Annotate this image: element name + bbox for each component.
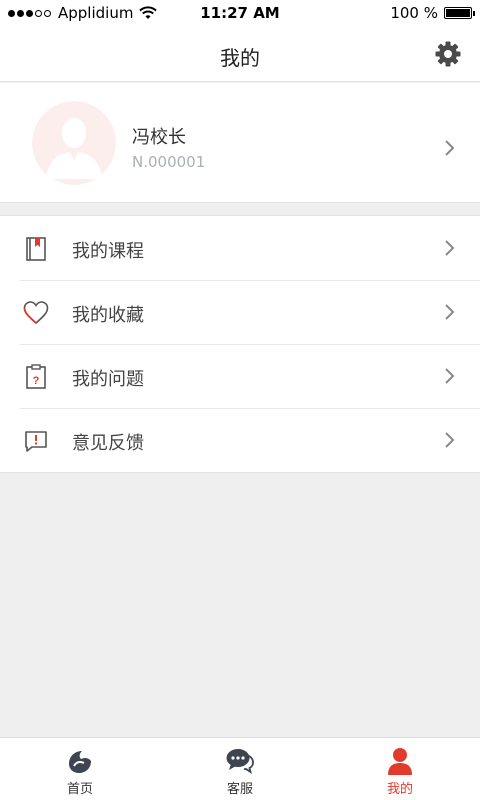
page-title: 我的 bbox=[220, 46, 260, 70]
menu-item-favorites[interactable]: 我的收藏 bbox=[0, 280, 480, 344]
svg-text:?: ? bbox=[33, 375, 40, 387]
chevron-right-icon bbox=[445, 368, 455, 384]
status-bar: Applidium 11:27 AM 100 % bbox=[0, 0, 480, 26]
tab-label: 我的 bbox=[386, 782, 413, 797]
tab-mine[interactable]: 我的 bbox=[320, 738, 480, 800]
menu-item-questions[interactable]: ? 我的问题 bbox=[0, 344, 480, 408]
profile-id: N.000001 bbox=[132, 153, 206, 171]
gear-icon bbox=[435, 41, 461, 67]
tab-bar: 首页 客服 我的 bbox=[0, 737, 480, 800]
avatar[interactable] bbox=[32, 101, 116, 185]
menu-item-label: 意见反馈 bbox=[72, 433, 144, 454]
tab-home[interactable]: 首页 bbox=[0, 738, 160, 800]
chevron-right-icon bbox=[445, 240, 455, 256]
book-bookmark-icon bbox=[26, 237, 46, 261]
chevron-right-icon bbox=[445, 140, 455, 156]
battery-fill bbox=[446, 9, 470, 17]
menu-item-courses[interactable]: 我的课程 bbox=[0, 216, 480, 280]
menu-item-label: 我的问题 bbox=[72, 369, 144, 390]
chevron-right-icon bbox=[445, 304, 455, 320]
status-right: 100 % bbox=[390, 4, 475, 22]
menu-item-feedback[interactable]: 意见反馈 bbox=[0, 408, 480, 472]
menu-item-label: 我的课程 bbox=[72, 241, 144, 262]
person-icon bbox=[388, 748, 412, 775]
profile-card[interactable]: 冯校长 N.000001 bbox=[0, 83, 480, 203]
settings-button[interactable] bbox=[434, 40, 462, 68]
menu-item-label: 我的收藏 bbox=[72, 305, 144, 326]
tab-label: 客服 bbox=[226, 782, 253, 797]
tab-service[interactable]: 客服 bbox=[160, 738, 320, 800]
profile-name: 冯校长 bbox=[132, 127, 186, 148]
battery-icon bbox=[444, 7, 475, 19]
heart-icon bbox=[23, 301, 49, 325]
home-logo-icon bbox=[69, 751, 91, 773]
feedback-bubble-icon bbox=[25, 431, 47, 452]
chevron-right-icon bbox=[445, 432, 455, 448]
clipboard-question-icon: ? bbox=[26, 364, 46, 389]
user-silhouette-icon bbox=[32, 101, 116, 185]
tab-label: 首页 bbox=[66, 782, 93, 797]
battery-percent: 100 % bbox=[390, 4, 438, 22]
nav-bar: 我的 bbox=[0, 26, 480, 82]
menu-list: 我的课程 我的收藏 ? 我的问题 意见反馈 bbox=[0, 215, 480, 473]
chat-bubbles-icon bbox=[226, 749, 254, 775]
